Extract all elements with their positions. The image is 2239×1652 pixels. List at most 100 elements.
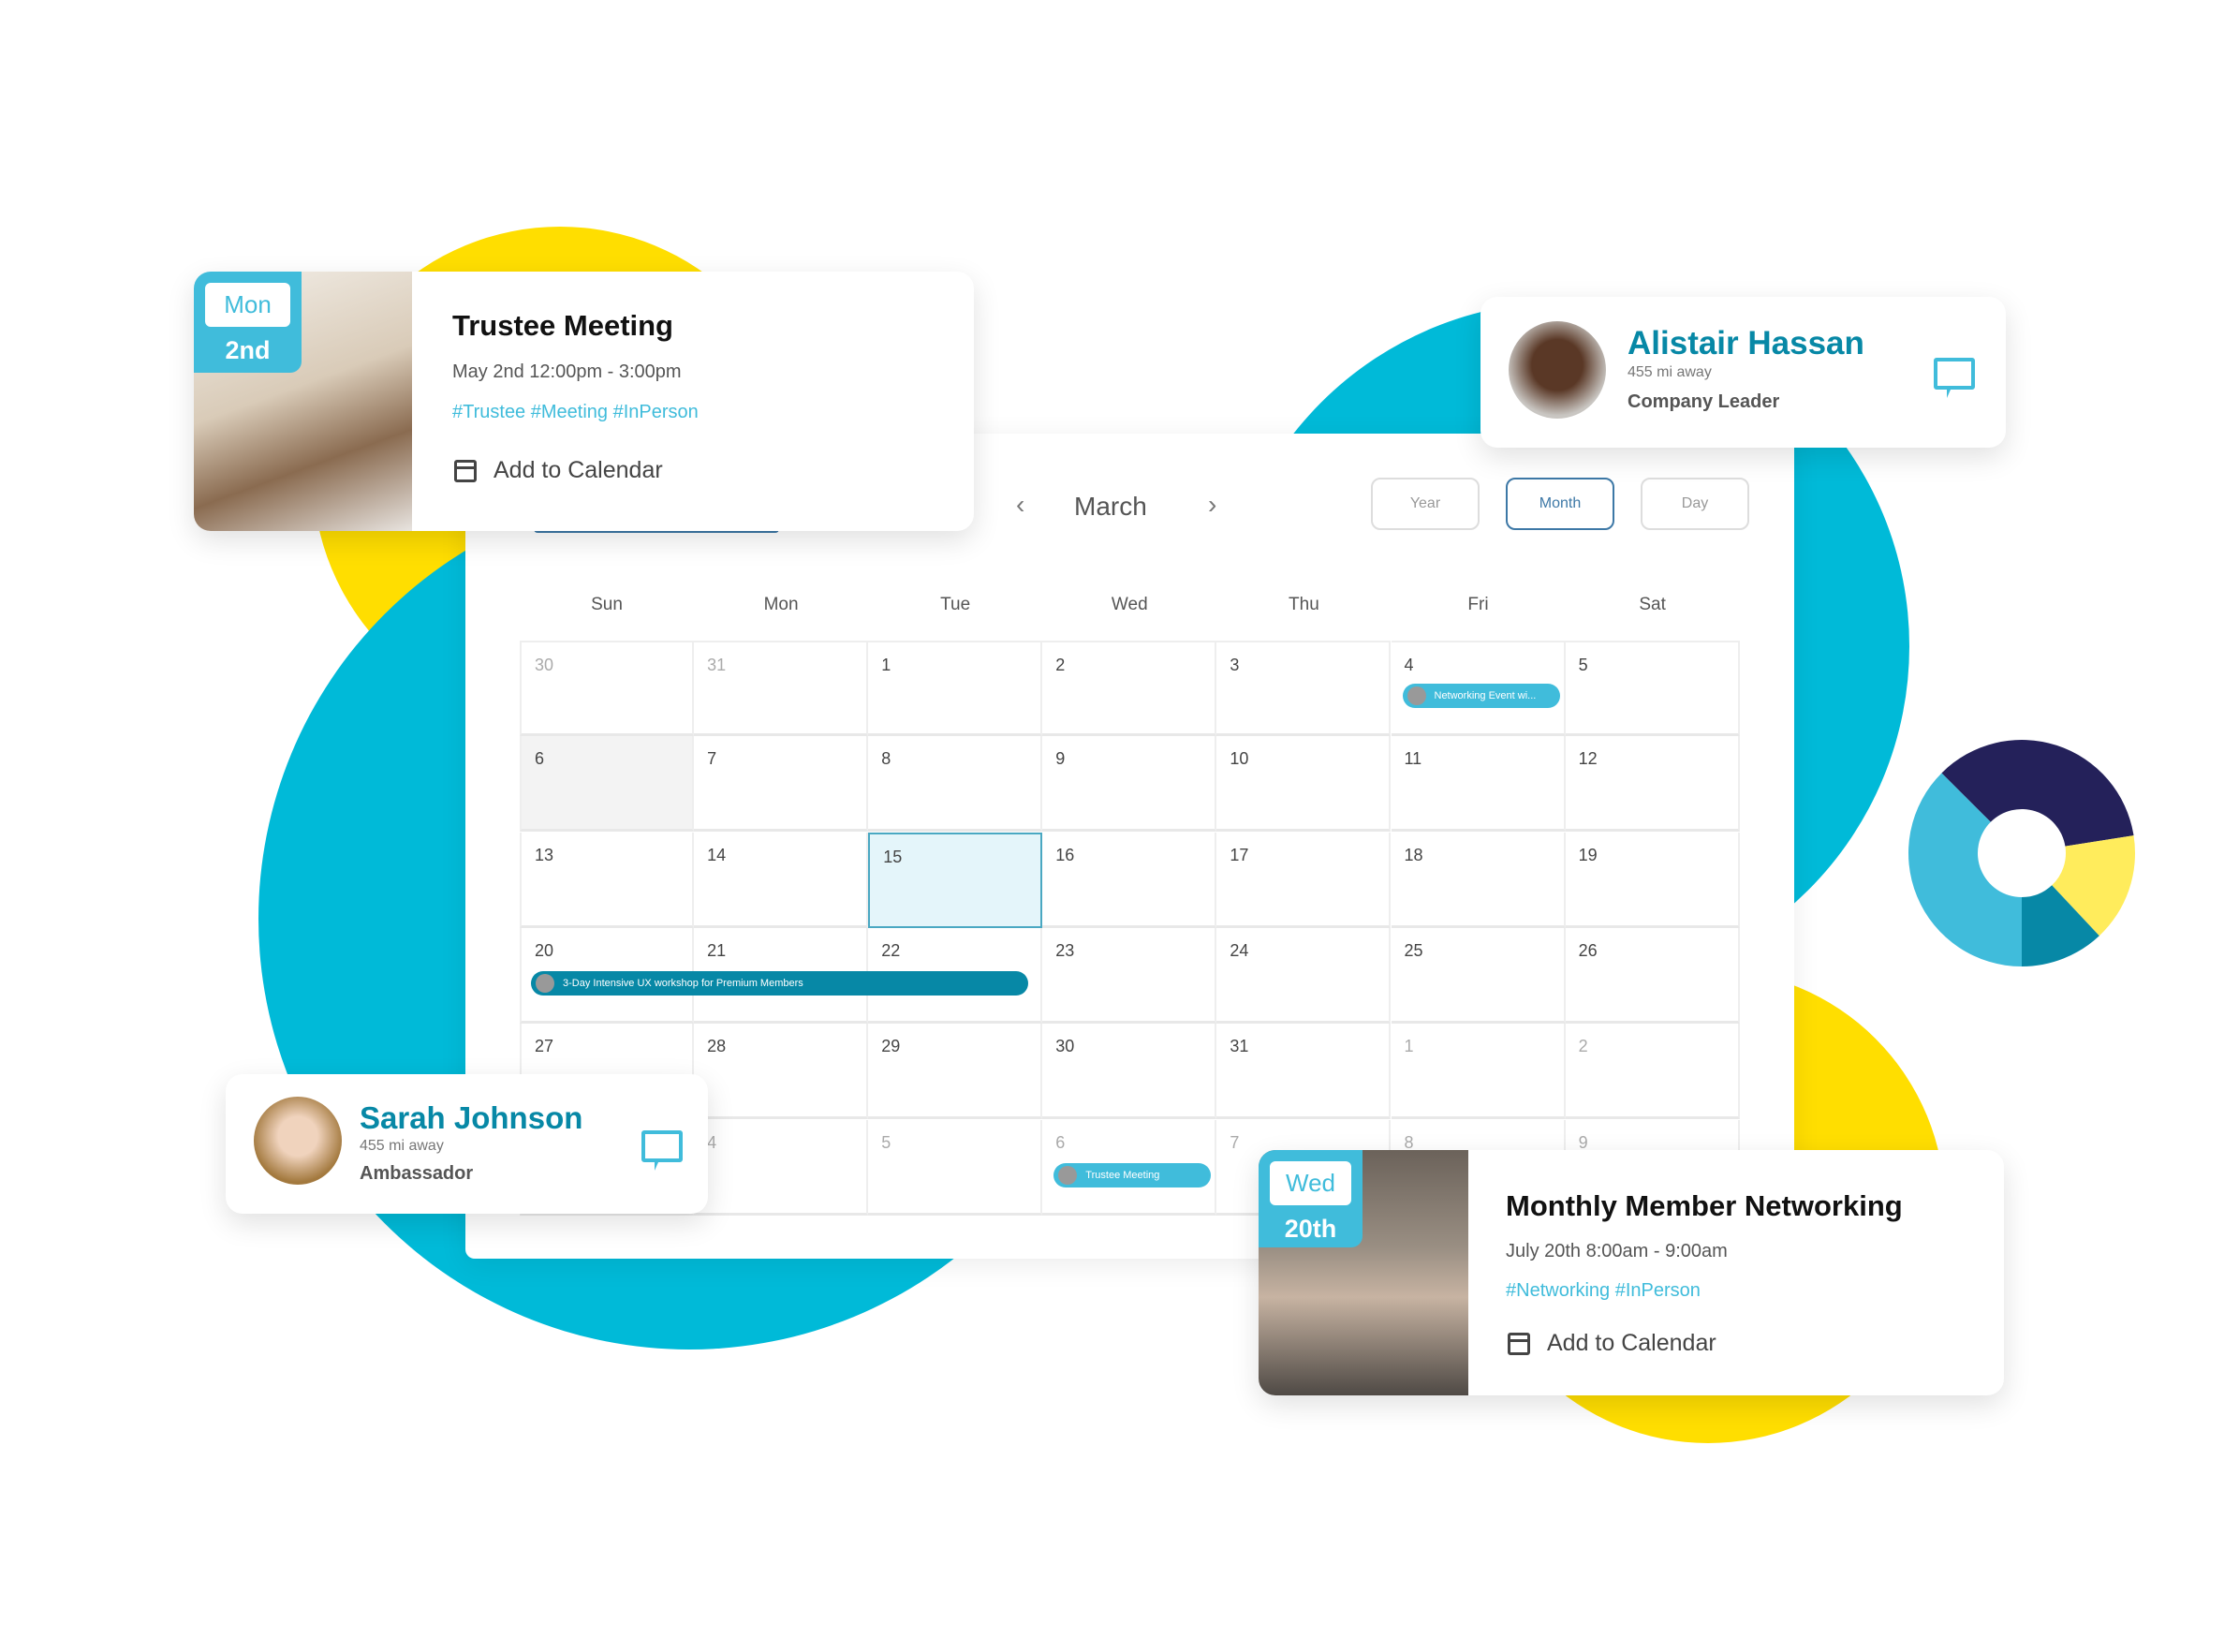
day-cell[interactable]: 8 (868, 736, 1043, 833)
day-cell[interactable]: 1 (868, 641, 1043, 736)
day-number: 8 (881, 749, 891, 769)
badge-date: 20th (1284, 1215, 1337, 1243)
day-cell[interactable]: 31 (694, 641, 869, 736)
weekday-header: Thu (1289, 595, 1319, 614)
day-number: 14 (707, 845, 727, 864)
day-number: 9 (1055, 749, 1066, 769)
day-cell[interactable]: 11 (1391, 736, 1566, 833)
weekday-header: Mon (763, 595, 799, 614)
person-role: Ambassador (360, 1163, 474, 1184)
profile-card-sarah[interactable]: Sarah Johnson 455 mi away Ambassador (226, 1074, 708, 1214)
day-cell[interactable]: 2 (1042, 641, 1217, 736)
day-number: 7 (1230, 1132, 1240, 1152)
day-cell[interactable]: 30 (520, 641, 694, 736)
event-time: July 20th 8:00am - 9:00am (1506, 1241, 1728, 1261)
day-cell[interactable]: 31 (1216, 1024, 1392, 1120)
day-number: 2 (1055, 656, 1066, 674)
day-cell[interactable]: 6 (520, 736, 694, 833)
calendar-event[interactable]: Networking Event wi... (1402, 684, 1560, 708)
day-number: 5 (881, 1132, 891, 1152)
day-cell[interactable]: 16 (1042, 832, 1217, 928)
calendar-event[interactable]: 3-Day Intensive UX workshop for Premium … (531, 970, 1029, 996)
person-distance: 455 mi away (360, 1138, 444, 1154)
date-badge: Wed 20th (1259, 1150, 1363, 1247)
day-number: 25 (1404, 940, 1423, 960)
day-number: 24 (1230, 940, 1249, 960)
badge-date: 2nd (225, 336, 271, 364)
day-number: 3 (1230, 656, 1240, 674)
badge-day: Wed (1270, 1161, 1351, 1205)
day-cell[interactable]: 28 (694, 1024, 869, 1120)
day-cell[interactable]: 13 (520, 832, 694, 928)
day-number: 28 (707, 1037, 727, 1056)
date-badge: Mon 2nd (194, 272, 302, 373)
day-number: 5 (1578, 656, 1588, 674)
calendar-icon (454, 459, 477, 482)
day-cell[interactable]: 23 (1042, 927, 1217, 1024)
day-cell[interactable]: 24 (1216, 927, 1392, 1024)
weekday-header: Tue (940, 595, 971, 614)
weekday-header: Fri (1467, 595, 1489, 614)
day-number: 21 (707, 940, 727, 960)
day-cell[interactable]: 17 (1216, 832, 1392, 928)
add-to-calendar-label: Add to Calendar (493, 457, 663, 483)
day-number: 6 (1055, 1132, 1066, 1152)
day-number: 26 (1578, 940, 1598, 960)
day-number: 17 (1230, 845, 1249, 864)
day-number: 6 (535, 749, 545, 769)
day-cell[interactable]: 12 (1565, 736, 1740, 833)
event-tags[interactable]: #Networking #InPerson (1506, 1280, 1701, 1302)
day-cell[interactable]: 2 (1565, 1024, 1740, 1120)
day-number: 23 (1055, 940, 1075, 960)
day-number: 15 (883, 847, 903, 866)
day-cell[interactable]: 19 (1565, 832, 1740, 928)
day-number: 12 (1578, 749, 1598, 769)
day-number: 19 (1578, 845, 1598, 864)
day-number: 11 (1404, 749, 1422, 769)
day-number: 4 (1404, 656, 1414, 674)
avatar (1509, 321, 1606, 419)
person-name[interactable]: Alistair Hassan (1628, 325, 1864, 362)
day-cell[interactable]: 14 (694, 832, 869, 928)
day-cell[interactable]: 29 (868, 1024, 1043, 1120)
person-name[interactable]: Sarah Johnson (360, 1100, 582, 1136)
day-cell[interactable]: 9 (1042, 736, 1217, 833)
avatar (254, 1097, 342, 1185)
day-number: 1 (881, 656, 891, 674)
event-time: May 2nd 12:00pm - 3:00pm (452, 361, 682, 382)
badge-day: Mon (205, 283, 290, 327)
day-number: 7 (707, 749, 717, 769)
day-cell[interactable]: 5 (868, 1119, 1043, 1216)
day-cell[interactable]: 25 (1391, 927, 1566, 1024)
day-cell[interactable]: 15 (868, 832, 1043, 928)
day-cell[interactable]: 1 (1391, 1024, 1566, 1120)
day-number: 31 (707, 656, 727, 674)
chat-icon[interactable] (641, 1130, 683, 1171)
day-cell[interactable]: 4 (694, 1119, 869, 1216)
day-number: 29 (881, 1037, 901, 1056)
event-title: Monthly Member Networking (1506, 1189, 1903, 1222)
day-number: 20 (535, 940, 554, 960)
person-role: Company Leader (1628, 391, 1780, 412)
weekday-header: Wed (1111, 595, 1148, 614)
day-cell[interactable]: 7 (694, 736, 869, 833)
day-cell[interactable]: 26 (1565, 927, 1740, 1024)
day-cell[interactable]: 18 (1391, 832, 1566, 928)
day-number: 22 (881, 940, 901, 960)
add-to-calendar-label: Add to Calendar (1547, 1330, 1716, 1356)
day-cell[interactable]: 3 (1216, 641, 1392, 736)
day-cell[interactable]: 30 (1042, 1024, 1217, 1120)
day-number: 13 (535, 845, 554, 864)
event-tags[interactable]: #Trustee #Meeting #InPerson (452, 402, 699, 423)
event-card-trustee[interactable]: Mon 2nd Trustee Meeting May 2nd 12:00pm … (194, 272, 974, 531)
day-number: 4 (707, 1132, 717, 1152)
add-to-calendar-button[interactable]: Add to Calendar (1508, 1330, 1716, 1357)
day-cell[interactable]: 5 (1565, 641, 1740, 736)
add-to-calendar-button[interactable]: Add to Calendar (454, 457, 663, 484)
day-number: 18 (1404, 845, 1423, 864)
calendar-event[interactable]: Trustee Meeting (1053, 1162, 1212, 1187)
profile-card-alistair[interactable]: Alistair Hassan 455 mi away Company Lead… (1480, 297, 2006, 448)
day-cell[interactable]: 10 (1216, 736, 1392, 833)
chat-icon[interactable] (1934, 358, 1975, 398)
event-card-networking[interactable]: Wed 20th Monthly Member Networking July … (1259, 1150, 2004, 1395)
